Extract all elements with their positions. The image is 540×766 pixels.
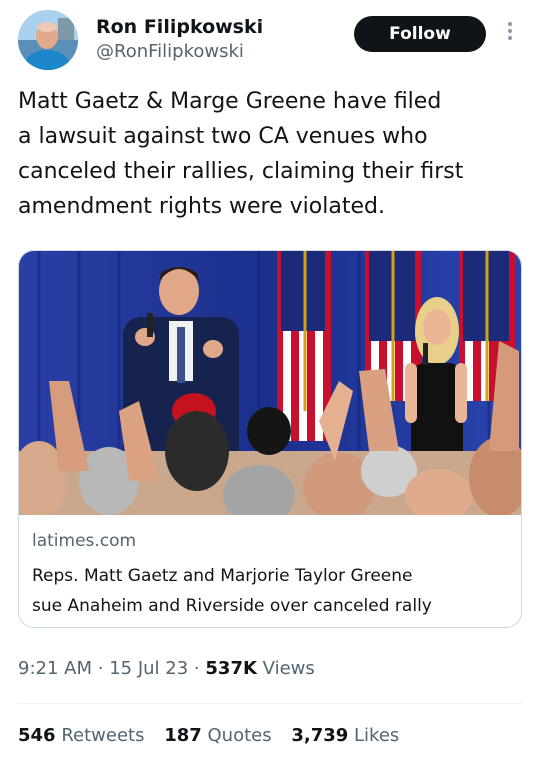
author-display-name[interactable]: Ron Filipkowski <box>96 16 263 38</box>
card-title: Reps. Matt Gaetz and Marjorie Taylor Gre… <box>32 566 432 616</box>
card-domain: latimes.com <box>32 531 137 551</box>
likes-stat[interactable]: 3,739 Likes <box>291 725 399 746</box>
avatar[interactable] <box>18 10 78 70</box>
likes-count: 3,739 <box>291 725 349 746</box>
likes-label: Likes <box>354 725 400 746</box>
meta-separator: · <box>193 658 200 679</box>
card-image[interactable] <box>19 251 521 515</box>
retweets-label: Retweets <box>61 725 145 746</box>
tweet-header: Ron Filipkowski @RonFilipkowski Follow <box>18 10 530 72</box>
tweet-date[interactable]: 15 Jul 23 <box>109 658 188 679</box>
follow-button[interactable]: Follow <box>354 16 486 52</box>
engagement-stats: 546 Retweets 187 Quotes 3,739 Likes <box>18 725 413 746</box>
author-info: Ron Filipkowski @RonFilipkowski <box>96 16 263 64</box>
views-count: 537K <box>205 658 257 679</box>
tweet-time[interactable]: 9:21 AM <box>18 658 92 679</box>
more-options-icon[interactable] <box>504 22 516 46</box>
divider <box>18 703 522 704</box>
author-handle[interactable]: @RonFilipkowski <box>96 40 263 64</box>
link-card[interactable]: latimes.com Reps. Matt Gaetz and Marjori… <box>18 250 522 628</box>
quotes-count: 187 <box>164 725 202 746</box>
tweet-meta: 9:21 AM · 15 Jul 23 · 537K Views <box>18 658 315 679</box>
quotes-label: Quotes <box>207 725 272 746</box>
meta-separator: · <box>97 658 104 679</box>
quotes-stat[interactable]: 187 Quotes <box>164 725 271 746</box>
tweet-text: Matt Gaetz & Marge Greene have filed a l… <box>18 89 464 219</box>
views-label: Views <box>262 658 315 679</box>
retweets-count: 546 <box>18 725 56 746</box>
retweets-stat[interactable]: 546 Retweets <box>18 725 144 746</box>
